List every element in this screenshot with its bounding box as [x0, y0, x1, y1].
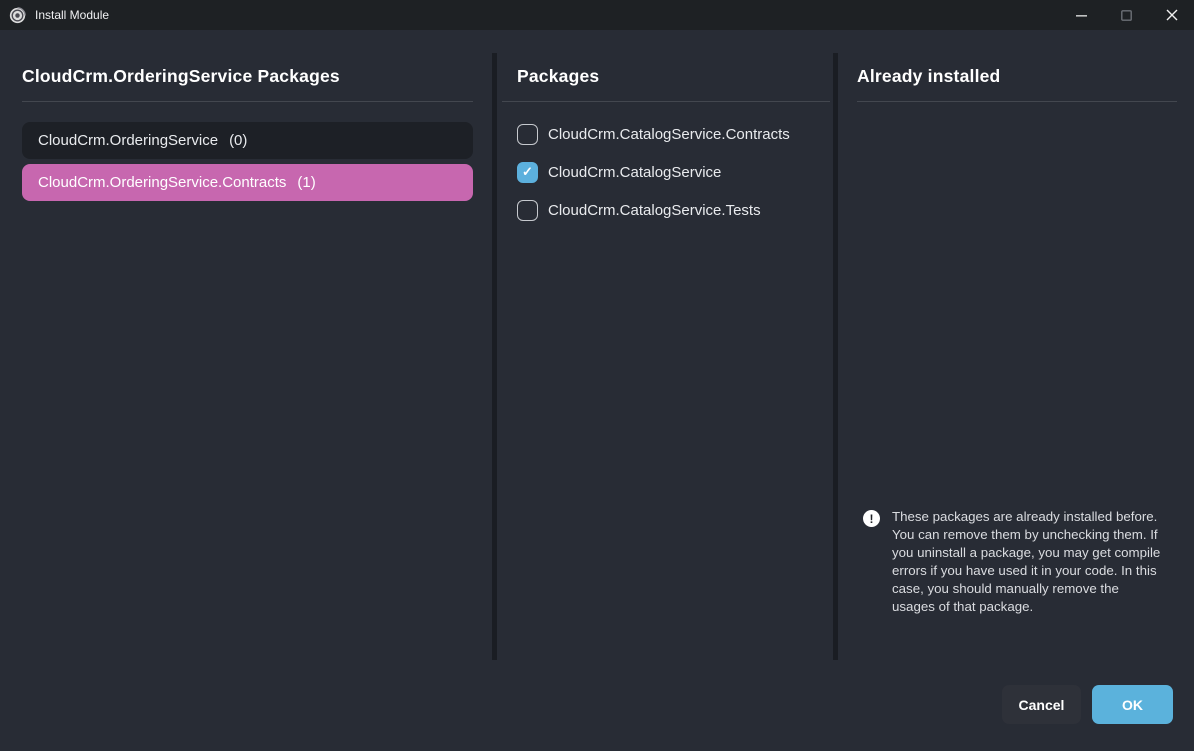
header-divider [502, 101, 830, 102]
header-divider [857, 101, 1177, 102]
alert-icon: ! [863, 510, 880, 527]
project-item-count: (1) [297, 174, 315, 191]
project-packages-panel: CloudCrm.OrderingService Packages CloudC… [22, 55, 473, 206]
package-row-catalogservice-tests[interactable]: CloudCrm.CatalogService.Tests [517, 199, 830, 221]
package-row-catalogservice-contracts[interactable]: CloudCrm.CatalogService.Contracts [517, 123, 830, 145]
note-text: These packages are already installed bef… [892, 508, 1162, 616]
package-label: CloudCrm.CatalogService.Contracts [548, 126, 790, 143]
header-divider [22, 101, 473, 102]
package-row-catalogservice[interactable]: ✓ CloudCrm.CatalogService [517, 161, 830, 183]
project-item-label: CloudCrm.OrderingService [38, 132, 218, 149]
app-logo-icon [9, 7, 26, 24]
ok-button[interactable]: OK [1092, 685, 1173, 724]
project-item-label: CloudCrm.OrderingService.Contracts [38, 174, 286, 191]
already-installed-panel: Already installed ! These packages are a… [857, 55, 1177, 102]
maximize-button[interactable] [1104, 0, 1149, 30]
close-button[interactable] [1149, 0, 1194, 30]
checkbox-unchecked-icon[interactable] [517, 200, 538, 221]
checkbox-checked-icon[interactable]: ✓ [517, 162, 538, 183]
window-controls [1059, 0, 1194, 30]
checkbox-unchecked-icon[interactable] [517, 124, 538, 145]
minimize-button[interactable] [1059, 0, 1104, 30]
titlebar: Install Module [0, 0, 1194, 30]
middle-panel-header: Packages [502, 66, 830, 87]
right-panel-header: Already installed [857, 66, 1177, 87]
package-label: CloudCrm.CatalogService.Tests [548, 202, 761, 219]
package-label: CloudCrm.CatalogService [548, 164, 721, 181]
minimize-icon [1076, 10, 1087, 21]
project-item-orderingservice[interactable]: CloudCrm.OrderingService (0) [22, 122, 473, 159]
maximize-icon [1121, 10, 1132, 21]
left-panel-header: CloudCrm.OrderingService Packages [22, 66, 473, 87]
project-item-count: (0) [229, 132, 247, 149]
column-divider [492, 53, 497, 660]
packages-panel: Packages CloudCrm.CatalogService.Contrac… [502, 55, 830, 237]
close-icon [1166, 9, 1178, 21]
project-list: CloudCrm.OrderingService (0) CloudCrm.Or… [22, 122, 473, 201]
window-title: Install Module [35, 8, 109, 22]
column-divider [833, 53, 838, 660]
package-list: CloudCrm.CatalogService.Contracts ✓ Clou… [502, 123, 830, 221]
project-item-orderingservice-contracts[interactable]: CloudCrm.OrderingService.Contracts (1) [22, 164, 473, 201]
already-installed-note: ! These packages are already installed b… [863, 508, 1162, 616]
cancel-button[interactable]: Cancel [1002, 685, 1081, 724]
